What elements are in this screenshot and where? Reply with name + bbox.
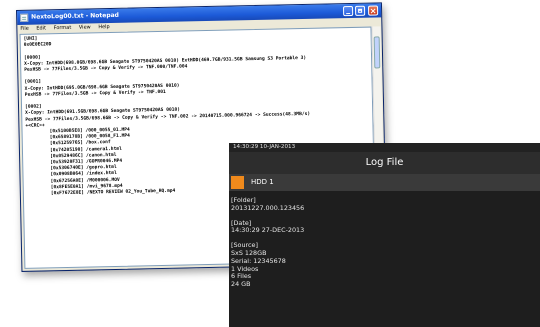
status-time: 14:30:29 10-JAN-2013	[233, 144, 296, 150]
notepad-icon	[20, 13, 29, 22]
source-line: 6 Files	[231, 272, 252, 281]
panel-title: Log File	[229, 152, 540, 174]
log-file-panel: 14:30:29 10-JAN-2013 Log File HDD 1 [Fol…	[229, 143, 540, 327]
menu-format[interactable]: Format	[54, 25, 72, 31]
date-value: 14:30:29 27-DEC-2013	[231, 226, 305, 235]
status-bar: 14:30:29 10-JAN-2013	[229, 143, 540, 152]
menu-edit[interactable]: Edit	[36, 25, 46, 31]
menu-help[interactable]: Help	[98, 24, 110, 30]
source-line: 1 Videos	[231, 264, 259, 273]
source-line: 24 GB	[231, 280, 251, 289]
minimize-icon[interactable]	[342, 5, 354, 17]
notepad-title: NextoLog00.txt - Notepad	[31, 11, 120, 21]
source-header: [Source]	[231, 241, 258, 250]
maximize-icon[interactable]	[354, 5, 366, 16]
scrollbar-thumb[interactable]	[373, 36, 381, 69]
source-line: Serial: 12345678	[231, 256, 286, 265]
hdd-label: HDD 1	[251, 178, 274, 186]
log-details: [Folder] 20131227.000.123456 [Date] 14:3…	[229, 191, 540, 327]
close-icon[interactable]	[367, 5, 379, 16]
folder-value: 20131227.000.123456	[231, 203, 305, 212]
hdd-selector[interactable]: HDD 1	[229, 174, 540, 191]
menu-view[interactable]: View	[79, 24, 91, 30]
menu-file[interactable]: File	[20, 26, 28, 32]
hdd-icon	[231, 176, 244, 189]
